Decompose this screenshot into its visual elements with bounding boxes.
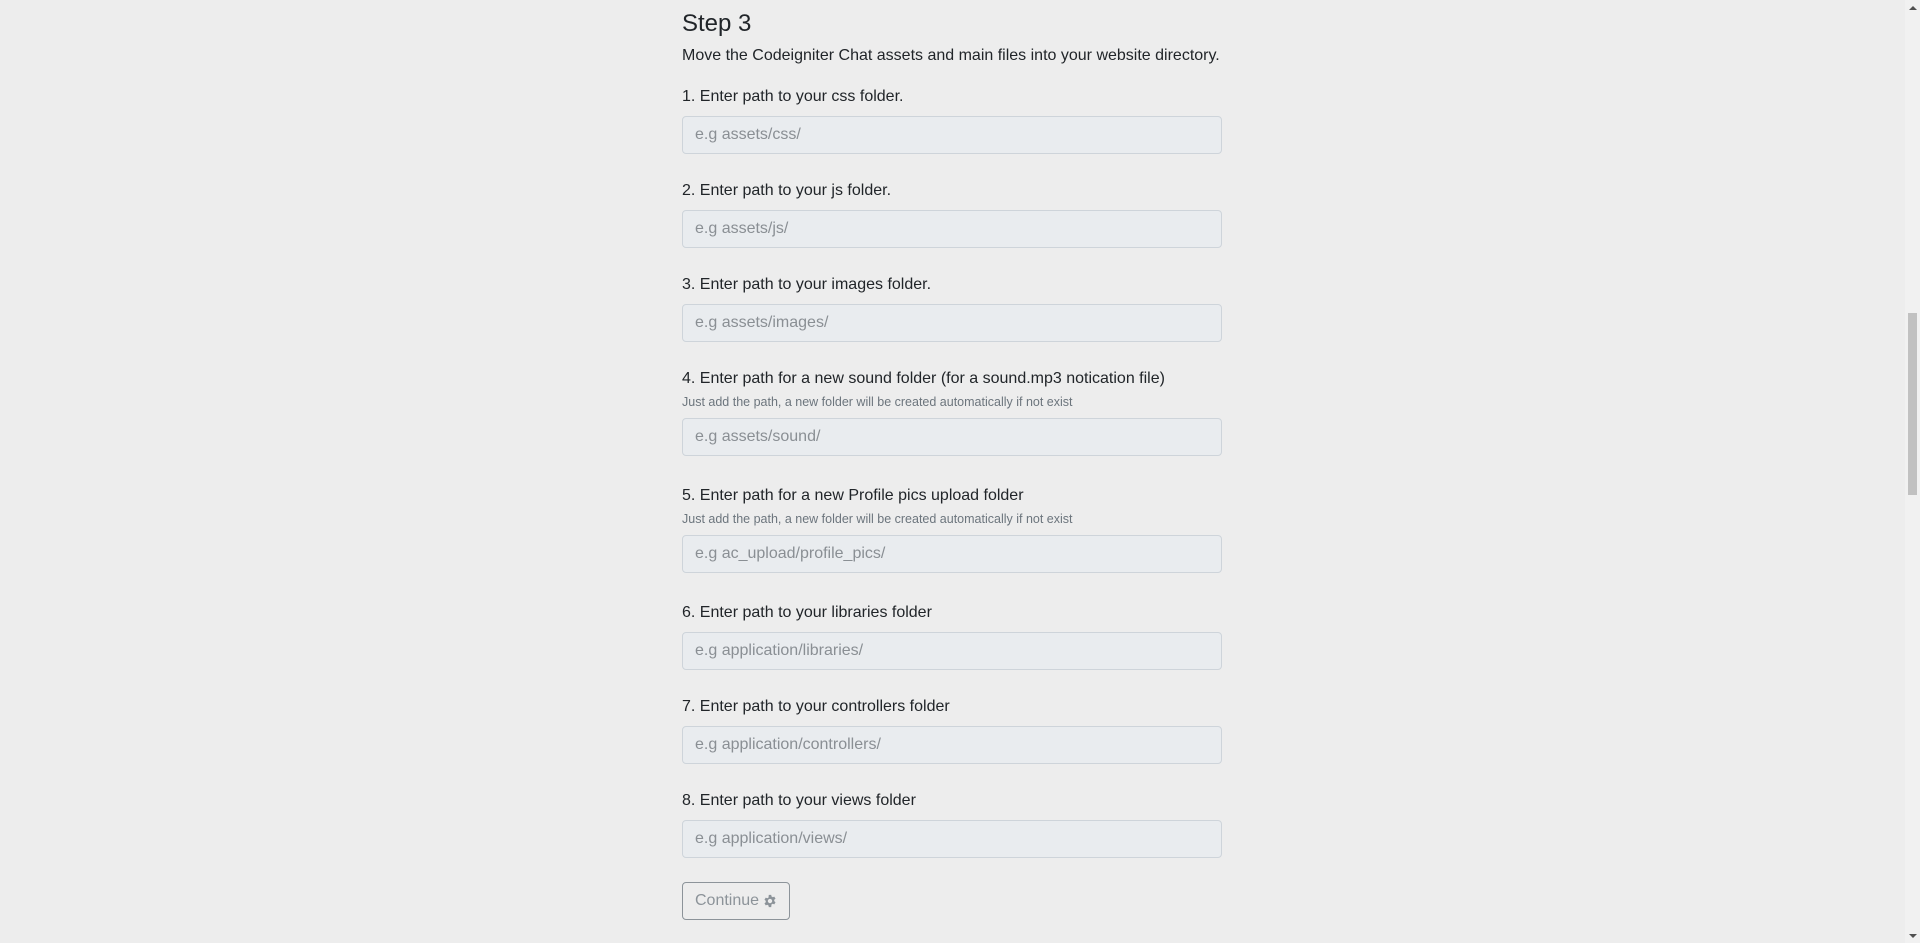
- controllers-path-field: 7. Enter path to your controllers folder: [682, 695, 1222, 764]
- views-path-input[interactable]: [682, 820, 1222, 858]
- scroll-up-icon[interactable]: [1905, 0, 1920, 15]
- css-path-label: 1. Enter path to your css folder.: [682, 88, 904, 105]
- vertical-scrollbar[interactable]: [1905, 0, 1920, 943]
- sound-path-hint: Just add the path, a new folder will be …: [682, 395, 1073, 409]
- images-path-label: 3. Enter path to your images folder.: [682, 276, 932, 293]
- scrollbar-thumb[interactable]: [1908, 313, 1917, 495]
- sound-path-field: 4. Enter path for a new sound folder (fo…: [682, 367, 1222, 456]
- images-path-field: 3. Enter path to your images folder.: [682, 273, 1222, 342]
- views-path-field: 8. Enter path to your views folder: [682, 789, 1222, 858]
- sound-path-label: 4. Enter path for a new sound folder (fo…: [682, 370, 1165, 387]
- views-path-label: 8. Enter path to your views folder: [682, 792, 916, 809]
- sound-path-input[interactable]: [682, 418, 1222, 456]
- controllers-path-label: 7. Enter path to your controllers folder: [682, 698, 950, 715]
- js-path-input[interactable]: [682, 210, 1222, 248]
- install-form: Step 3 Move the Codeigniter Chat assets …: [682, 8, 1222, 920]
- profile-pics-path-field: 5. Enter path for a new Profile pics upl…: [682, 484, 1222, 573]
- continue-button-label: Continue: [695, 892, 760, 909]
- continue-button[interactable]: Continue: [682, 882, 791, 920]
- profile-pics-path-input[interactable]: [682, 535, 1222, 573]
- scroll-down-icon[interactable]: [1905, 928, 1920, 943]
- libraries-path-label: 6. Enter path to your libraries folder: [682, 604, 932, 621]
- profile-pics-path-label: 5. Enter path for a new Profile pics upl…: [682, 487, 1024, 504]
- libraries-path-input[interactable]: [682, 632, 1222, 670]
- css-path-field: 1. Enter path to your css folder.: [682, 85, 1222, 154]
- js-path-field: 2. Enter path to your js folder.: [682, 179, 1222, 248]
- libraries-path-field: 6. Enter path to your libraries folder: [682, 601, 1222, 670]
- profile-pics-path-hint: Just add the path, a new folder will be …: [682, 512, 1073, 526]
- step-title: Step 3: [682, 10, 752, 37]
- page: Step 3 Move the Codeigniter Chat assets …: [0, 0, 1905, 943]
- images-path-input[interactable]: [682, 304, 1222, 342]
- step-description: Move the Codeigniter Chat assets and mai…: [682, 47, 1220, 64]
- gear-icon: [763, 894, 777, 908]
- js-path-label: 2. Enter path to your js folder.: [682, 182, 892, 199]
- controllers-path-input[interactable]: [682, 726, 1222, 764]
- css-path-input[interactable]: [682, 116, 1222, 154]
